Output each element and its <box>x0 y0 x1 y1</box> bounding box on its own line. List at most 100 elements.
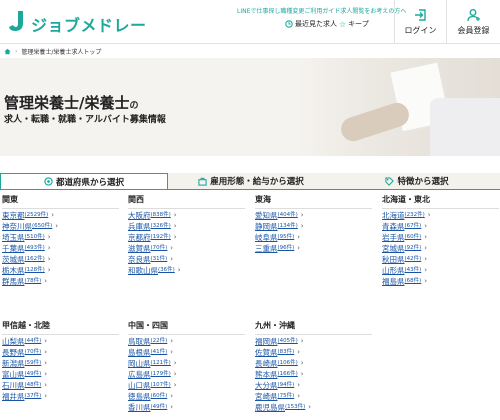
tab-features[interactable]: 特徴から選択 <box>334 173 500 189</box>
logo-text[interactable]: ジョブメドレー <box>31 12 147 36</box>
prefecture-count: (404件) <box>277 212 298 218</box>
prefecture-name: 栃木県 <box>2 266 25 275</box>
prefecture-link[interactable]: 徳島県 (60件) › <box>128 391 245 402</box>
prefecture-link[interactable]: 埼玉県 (510件) › <box>2 232 119 243</box>
prefecture-link[interactable]: 秋田県 (42件) › <box>382 254 499 265</box>
register-label: 会員登録 <box>457 26 490 35</box>
prefecture-list: 北海道 (232件) › 青森県 (67件) › 岩手県 (60件) › 宮城県 (92件) › 秋田県… <box>382 210 499 287</box>
prefecture-link[interactable]: 岐阜県 (95件) › <box>255 232 372 243</box>
chevron-right-icon: › <box>300 370 304 378</box>
region-block: 中国・四国 鳥取県 (22件) › 島根県 (41件) › 岡山県 (121件) › 広島県 (179… <box>128 318 245 413</box>
prefecture-link[interactable]: 茨城県 (162件) › <box>2 254 119 265</box>
prefecture-name: 北海道 <box>382 211 405 220</box>
prefecture-link[interactable]: 東京都 (2529件) › <box>2 210 119 221</box>
prefecture-link[interactable]: 宮城県 (92件) › <box>382 243 499 254</box>
chevron-right-icon: › <box>308 403 312 411</box>
register-button[interactable]: 会員登録 <box>446 0 500 44</box>
prefecture-link[interactable]: 広島県 (179件) › <box>128 369 245 380</box>
region-block: 関西 大阪府 (838件) › 兵庫県 (326件) › 京都府 (192件) › 滋賀県 (70件)… <box>128 192 245 276</box>
prefecture-count: (83件) <box>277 349 295 355</box>
prefecture-name: 埼玉県 <box>2 233 25 242</box>
prefecture-link[interactable]: 鳥取県 (22件) › <box>128 336 245 347</box>
prefecture-link[interactable]: 長崎県 (106件) › <box>255 358 372 369</box>
chevron-right-icon: › <box>170 392 174 400</box>
prefecture-link[interactable]: 山形県 (43件) › <box>382 265 499 276</box>
prefecture-link[interactable]: 大分県 (94件) › <box>255 380 372 391</box>
prefecture-name: 秋田県 <box>382 255 405 264</box>
prefecture-count: (153件) <box>285 404 306 410</box>
prefecture-link[interactable]: 富山県 (49件) › <box>2 369 119 380</box>
prefecture-link[interactable]: 大阪府 (838件) › <box>128 210 245 221</box>
keep-link[interactable]: キープ <box>348 19 369 29</box>
chevron-right-icon: › <box>297 381 301 389</box>
tab-features-label: 特徴から選択 <box>397 177 449 187</box>
chevron-right-icon: › <box>173 359 177 367</box>
prefecture-link[interactable]: 山口県 (107件) › <box>128 380 245 391</box>
prefecture-name: 青森県 <box>382 222 405 231</box>
prefecture-link[interactable]: 和歌山県 (36件) › <box>128 265 245 276</box>
region-block: 甲信越・北陸 山梨県 (44件) › 長野県 (70件) › 新潟県 (59件) › 富山県 (49件… <box>2 318 119 402</box>
chevron-right-icon: › <box>51 211 55 219</box>
chevron-right-icon: › <box>173 211 177 219</box>
prefecture-link[interactable]: 青森県 (67件) › <box>382 221 499 232</box>
prefecture-count: (59件) <box>24 360 42 366</box>
prefecture-name: 福島県 <box>382 277 405 286</box>
prefecture-name: 兵庫県 <box>128 222 151 231</box>
prefecture-link[interactable]: 山梨県 (44件) › <box>2 336 119 347</box>
prefecture-link[interactable]: 岡山県 (121件) › <box>128 358 245 369</box>
prefecture-link[interactable]: 石川県 (48件) › <box>2 380 119 391</box>
prefecture-name: 宮崎県 <box>255 392 278 401</box>
page-title-suffix: の <box>129 101 139 111</box>
prefecture-link[interactable]: 千葉県 (493件) › <box>2 243 119 254</box>
prefecture-link[interactable]: 長野県 (70件) › <box>2 347 119 358</box>
prefecture-link[interactable]: 福島県 (68件) › <box>382 276 499 287</box>
user-plus-icon <box>466 9 480 22</box>
prefecture-link[interactable]: 岩手県 (60件) › <box>382 232 499 243</box>
home-icon[interactable] <box>4 48 11 55</box>
prefecture-link[interactable]: 愛知県 (404件) › <box>255 210 372 221</box>
prefecture-name: 東京都 <box>2 211 25 220</box>
prefecture-link[interactable]: 福岡県 (405件) › <box>255 336 372 347</box>
prefecture-count: (95件) <box>277 234 295 240</box>
prefecture-link[interactable]: 神奈川県 (650件) › <box>2 221 119 232</box>
prefecture-name: 佐賀県 <box>255 348 278 357</box>
prefecture-link[interactable]: 静岡県 (134件) › <box>255 221 372 232</box>
prefecture-link[interactable]: 新潟県 (59件) › <box>2 358 119 369</box>
prefecture-link[interactable]: 奈良県 (31件) › <box>128 254 245 265</box>
prefecture-count: (510件) <box>24 234 45 240</box>
tab-prefecture[interactable]: 都道府県から選択 <box>0 173 168 189</box>
region-title: 関東 <box>2 192 119 209</box>
header-notice[interactable]: LINEで仕事探し職種変更ご利用ガイド求人閲覧をお考えの方へ <box>237 6 406 15</box>
prefecture-link[interactable]: 兵庫県 (326件) › <box>128 221 245 232</box>
prefecture-link[interactable]: 香川県 (49件) › <box>128 402 245 413</box>
prefecture-link[interactable]: 宮崎県 (75件) › <box>255 391 372 402</box>
chevron-right-icon: › <box>173 222 177 230</box>
prefecture-link[interactable]: 三重県 (96件) › <box>255 243 372 254</box>
prefecture-link[interactable]: 北海道 (232件) › <box>382 210 499 221</box>
tab-employment[interactable]: 雇用形態・給与から選択 <box>168 173 334 189</box>
prefecture-count: (179件) <box>150 371 171 377</box>
prefecture-name: 鳥取県 <box>128 337 151 346</box>
prefecture-name: 山形県 <box>382 266 405 275</box>
prefecture-link[interactable]: 鹿児島県 (153件) › <box>255 402 372 413</box>
prefecture-link[interactable]: 島根県 (41件) › <box>128 347 245 358</box>
prefecture-link[interactable]: 京都府 (192件) › <box>128 232 245 243</box>
prefecture-count: (232件) <box>404 212 425 218</box>
logo-icon[interactable] <box>8 10 26 32</box>
chevron-right-icon: › <box>173 381 177 389</box>
prefecture-count: (92件) <box>404 245 422 251</box>
recent-jobs-link[interactable]: 最近見た求人 <box>295 19 337 29</box>
login-button[interactable]: ログイン <box>394 0 446 44</box>
prefecture-link[interactable]: 栃木県 (128件) › <box>2 265 119 276</box>
prefecture-count: (78件) <box>24 278 42 284</box>
prefecture-link[interactable]: 佐賀県 (83件) › <box>255 347 372 358</box>
prefecture-count: (106件) <box>277 360 298 366</box>
prefecture-link[interactable]: 福井県 (37件) › <box>2 391 119 402</box>
prefecture-list: 福岡県 (405件) › 佐賀県 (83件) › 長崎県 (106件) › 熊本県 (166件) › 大… <box>255 336 372 413</box>
prefecture-link[interactable]: 群馬県 (78件) › <box>2 276 119 287</box>
chevron-right-icon: › <box>44 370 48 378</box>
prefecture-link[interactable]: 熊本県 (166件) › <box>255 369 372 380</box>
prefecture-count: (121件) <box>150 360 171 366</box>
hero-image <box>300 58 500 156</box>
prefecture-link[interactable]: 滋賀県 (70件) › <box>128 243 245 254</box>
